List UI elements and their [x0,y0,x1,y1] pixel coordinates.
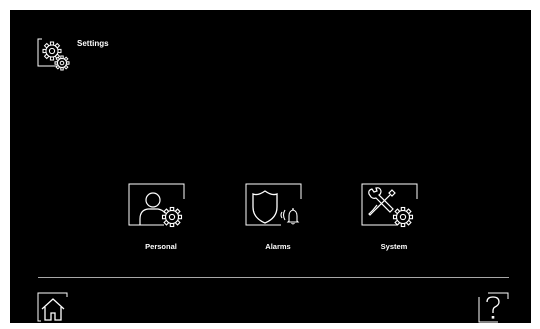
footer-divider [38,277,509,278]
tile-alarms[interactable]: Alarms [243,182,313,251]
settings-gear-icon [37,37,75,71]
home-icon [37,292,68,322]
tile-personal[interactable]: Personal [126,182,196,251]
help-icon [478,292,509,323]
tile-personal-label: Personal [145,242,177,251]
home-button[interactable] [37,291,73,325]
device-screen: Settings Personal Alarms System [10,10,531,323]
tile-system-label: System [380,242,408,251]
tools-gear-icon [361,183,418,228]
page-title: Settings [77,39,109,48]
person-gear-icon [128,183,185,228]
tile-alarms-label: Alarms [265,242,291,251]
tile-system[interactable]: System [359,182,429,251]
shield-bell-icon [245,183,302,226]
help-button[interactable] [478,291,514,325]
